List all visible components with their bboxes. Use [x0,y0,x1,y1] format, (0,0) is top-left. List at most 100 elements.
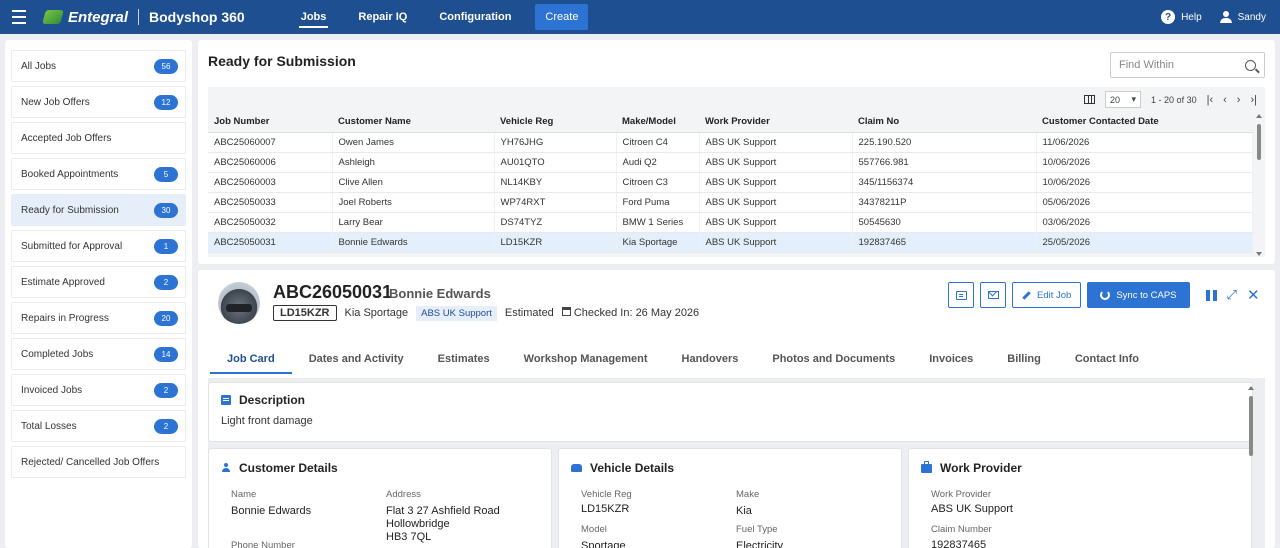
brand-logo[interactable]: Entegral [42,8,129,26]
notes-button[interactable] [948,282,974,308]
tab-handovers[interactable]: Handovers [665,344,756,374]
table-cell: Citroen C4 [616,132,700,153]
count-badge: 2 [154,382,178,398]
vehicle-model: Kia Sportage [344,307,409,319]
column-header[interactable]: Job Number [208,112,332,133]
chat-icon [955,290,967,300]
address-line1: Flat 3 27 Ashfield Road [386,505,500,517]
search-icon[interactable] [1245,59,1256,71]
tab-estimates[interactable]: Estimates [421,344,507,374]
reg-plate: LD15KZR [273,305,337,321]
edit-job-label: Edit Job [1037,289,1072,301]
sidebar-item-booked-appointments[interactable]: Booked Appointments 5 [11,158,186,190]
count-badge: 2 [154,418,178,434]
page-size-select[interactable]: 20 ▾ [1105,91,1142,108]
sidebar-item-label: Booked Appointments [21,168,119,180]
car-icon [571,464,582,472]
tab-job-card[interactable]: Job Card [210,344,292,374]
column-header[interactable]: Work Provider [699,112,852,133]
prev-page-icon[interactable]: ‹ [1223,94,1227,106]
table-scrollbar[interactable] [1255,114,1263,256]
sidebar-item-invoiced-jobs[interactable]: Invoiced Jobs 2 [11,374,186,406]
tab-dates-and-activity[interactable]: Dates and Activity [292,344,421,374]
edit-job-button[interactable]: Edit Job [1012,282,1082,308]
table-cell: ABS UK Support [699,152,853,173]
help-button[interactable]: ? Help [1161,10,1202,24]
card-title: Description [239,393,306,407]
columns-icon[interactable] [1084,95,1096,104]
find-within-input[interactable] [1119,59,1239,71]
create-button[interactable]: Create [535,4,589,30]
sidebar-item-all-jobs[interactable]: All Jobs 56 [11,50,186,82]
table-cell: ABC25060003 [208,172,333,193]
sidebar-item-label: New Job Offers [21,96,90,108]
table-cell: Audi Q2 [616,152,700,173]
column-header[interactable]: Vehicle Reg [494,112,616,133]
table-row[interactable]: ABC25060003 Clive Allen NL14KBY Citroen C3 A… [208,172,1253,193]
close-icon[interactable]: ✕ [1247,286,1260,304]
table-cell: Ashleigh [332,152,495,173]
user-menu[interactable]: Sandy [1219,11,1266,23]
table-cell: 557766.981 [852,152,1037,173]
count-badge: 12 [154,94,178,110]
jobs-table: Job Number Customer Name Vehicle Reg Mak… [208,112,1253,253]
column-header[interactable]: Claim No [852,112,1036,133]
detail-scrollbar[interactable] [1247,386,1255,548]
table-cell: Citroen C3 [616,172,700,193]
table-cell: 10/06/2026 [1036,152,1253,173]
sidebar-item-ready-for-submission[interactable]: Ready for Submission 30 [11,194,186,226]
first-page-icon[interactable]: |‹ [1207,94,1214,106]
sidebar-item-new-job-offers[interactable]: New Job Offers 12 [11,86,186,118]
tab-billing[interactable]: Billing [990,344,1058,374]
field-label: Claim Number [931,524,992,535]
column-header[interactable]: Customer Name [332,112,494,133]
split-view-icon[interactable] [1205,289,1217,301]
sidebar-item-total-losses[interactable]: Total Losses 2 [11,410,186,442]
description-text: Light front damage [221,415,313,427]
help-icon: ? [1161,10,1176,24]
sidebar-item-accepted-job-offers[interactable]: Accepted Job Offers [11,122,186,154]
nav-configuration[interactable]: Configuration [423,0,527,34]
tab-workshop-management[interactable]: Workshop Management [507,344,665,374]
expand-icon[interactable]: ⤢ [1227,287,1237,303]
table-row[interactable]: ABC25060007 Owen James YH76JHG Citroen C4 AB… [208,132,1253,153]
sidebar-item-estimate-approved[interactable]: Estimate Approved 2 [11,266,186,298]
sidebar-item-label: All Jobs [21,60,57,72]
brand-divider [138,9,140,25]
address-line2: Hollowbridge [386,518,450,530]
tab-invoices[interactable]: Invoices [912,344,990,374]
sidebar-item-submitted-for-approval[interactable]: Submitted for Approval 1 [11,230,186,262]
job-status: Estimated [504,307,554,319]
table-cell: Joel Roberts [332,192,495,213]
table-row[interactable]: ABC25050032 Larry Bear DS74TYZ BMW 1 Series… [208,212,1253,233]
sidebar-item-label: Completed Jobs [21,348,94,360]
sidebar-item-rejected-cancelled[interactable]: Rejected/ Cancelled Job Offers [11,446,186,478]
table-row-selected[interactable]: ABC25050031 Bonnie Edwards LD15KZR Kia Spor… [208,232,1253,253]
table-cell: ABC25050032 [208,212,333,233]
sidebar-item-completed-jobs[interactable]: Completed Jobs 14 [11,338,186,370]
vehicle-avatar [218,282,260,324]
sync-to-caps-button[interactable]: Sync to CAPS [1087,282,1190,308]
user-icon [1219,11,1232,23]
next-page-icon[interactable]: › [1237,94,1241,106]
column-header[interactable]: Customer Contacted Date [1036,112,1252,133]
ready-for-submission-panel: Ready for Submission 20 ▾ 1 - 20 of 30 |‹… [198,40,1275,264]
column-header[interactable]: Make/Model [616,112,699,133]
sidebar-item-repairs-in-progress[interactable]: Repairs in Progress 20 [11,302,186,334]
menu-icon[interactable] [0,8,38,26]
email-button[interactable] [980,282,1006,308]
table-cell: ABS UK Support [699,232,853,253]
customer-details-card: Customer Details Name Bonnie Edwards Add… [208,448,552,548]
nav-jobs[interactable]: Jobs [285,0,343,34]
sidebar-item-label: Ready for Submission [21,204,119,216]
brand-name: Entegral [68,8,129,26]
table-row[interactable]: ABC25050033 Joel Roberts WP74RXT Ford Puma A… [208,192,1253,213]
chevron-down-icon: ▾ [1131,94,1137,104]
nav-repair-iq[interactable]: Repair IQ [342,0,423,34]
table-row[interactable]: ABC25060006 Ashleigh AU01QTO Audi Q2 ABS UK … [208,152,1253,173]
field-label: Fuel Type [736,524,778,535]
field-label: Vehicle Reg [581,489,632,500]
tab-photos-and-documents[interactable]: Photos and Documents [755,344,912,374]
tab-contact-info[interactable]: Contact Info [1058,344,1156,374]
last-page-icon[interactable]: ›| [1250,94,1257,106]
